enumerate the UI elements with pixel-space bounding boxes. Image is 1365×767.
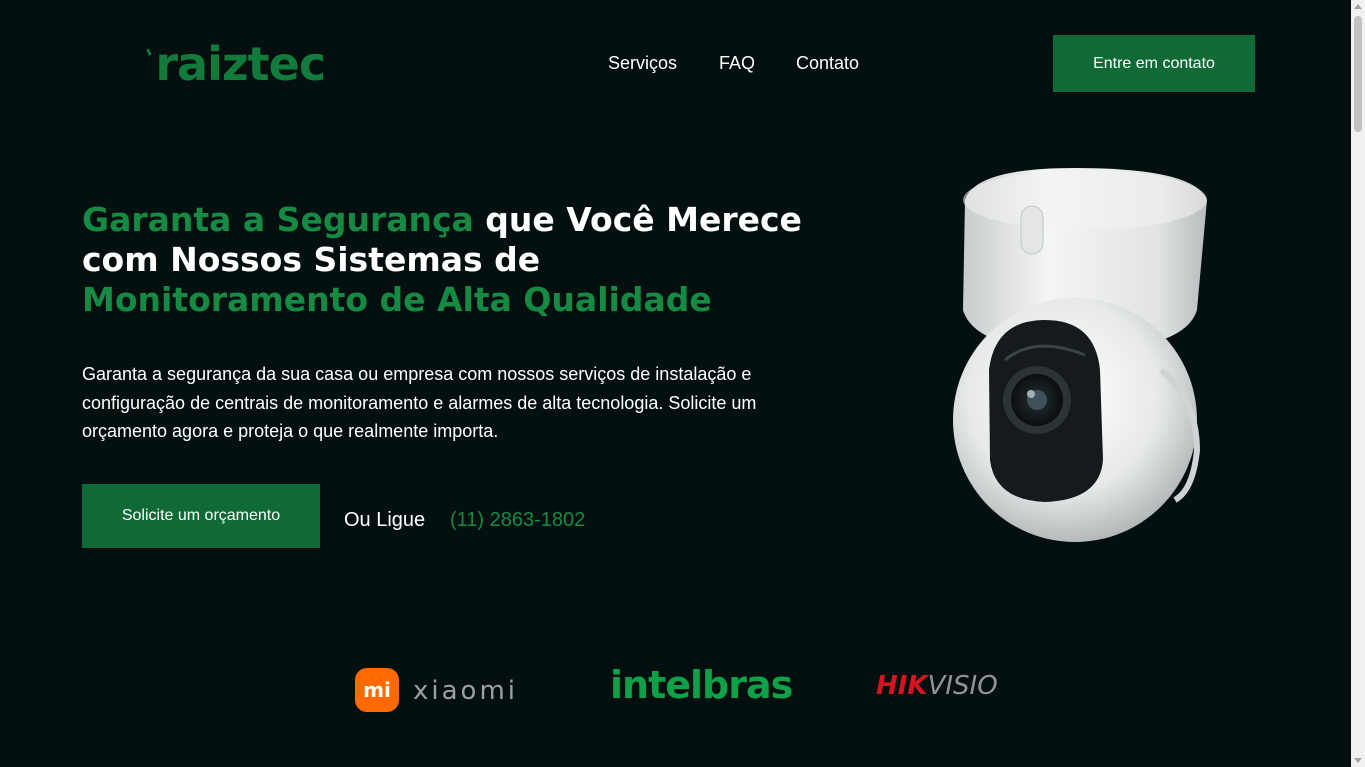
security-camera-image xyxy=(953,168,1207,542)
hikvision-red-text: HIK xyxy=(876,671,928,701)
scroll-up-arrow-icon[interactable] xyxy=(1354,4,1362,9)
scroll-thumb[interactable] xyxy=(1354,16,1362,132)
page-scrollbar[interactable] xyxy=(1351,0,1365,767)
xiaomi-wordmark: xiaomi xyxy=(413,676,519,706)
phone-link[interactable]: (11) 2863-1802 xyxy=(450,508,585,532)
raiztec-logo[interactable]: 'raiztec xyxy=(142,37,326,96)
headline-highlight-2: Monitoramento de Alta Qualidade xyxy=(82,280,712,319)
quote-button[interactable]: Solicite um orçamento xyxy=(82,484,320,548)
xiaomi-mi-icon: mi xyxy=(355,668,399,712)
xiaomi-logo: mi xiaomi xyxy=(355,668,535,712)
logo-text: raiztec xyxy=(155,37,326,91)
hikvision-gray-text: VISIO xyxy=(927,671,998,701)
contact-button[interactable]: Entre em contato xyxy=(1053,35,1255,92)
hero-paragraph: Garanta a segurança da sua casa ou empre… xyxy=(82,364,757,441)
hikvision-logo: HIKVISIO xyxy=(876,670,998,702)
nav-servicos-link[interactable]: Serviços xyxy=(608,52,677,74)
nav-faq-link[interactable]: FAQ xyxy=(719,52,755,74)
or-call-label: Ou Ligue xyxy=(344,509,426,531)
headline-highlight-1: Garanta a Segurança xyxy=(82,200,474,239)
hero-headline: Garanta a Segurança que Você Merece com … xyxy=(82,200,802,320)
scroll-down-arrow-icon[interactable] xyxy=(1354,758,1362,763)
nav-contato-link[interactable]: Contato xyxy=(796,52,859,74)
intelbras-logo: intelbras xyxy=(610,663,793,707)
